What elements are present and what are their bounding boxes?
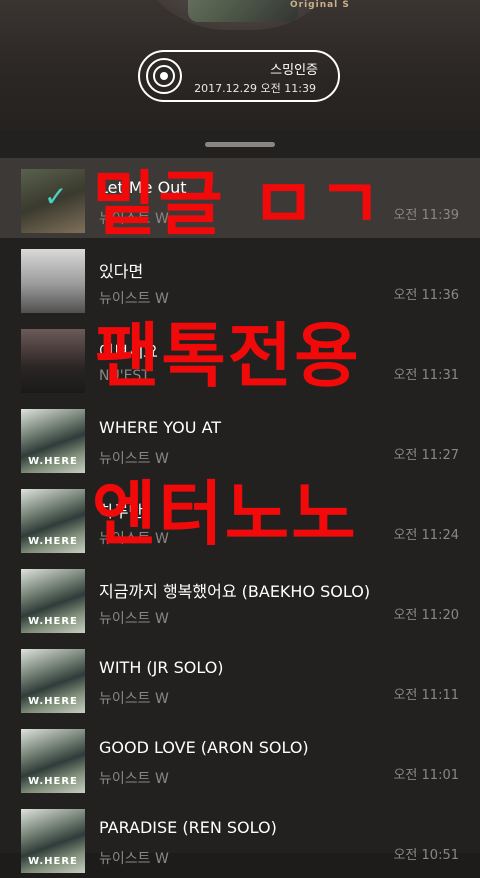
album-thumbnail: W.HERE (21, 569, 85, 633)
now-playing-header: Original S 스밍인증 2017.12.29 오전 11:39 (0, 0, 480, 130)
song-title: GOOD LOVE (ARON SOLO) (99, 738, 309, 757)
song-row[interactable]: W.HERE WITH (JR SOLO) 뉴이스트 W 오전 11:11 (0, 638, 480, 718)
song-title: 있다면 (99, 262, 144, 281)
badge-title: 스밍인증 (270, 63, 318, 78)
song-time: 오전 11:36 (393, 288, 459, 303)
overlay-text-line-3: 엔터노노 (92, 473, 358, 555)
album-thumbnail (21, 329, 85, 393)
song-artist: 뉴이스트 W (99, 611, 169, 627)
album-caption: Original S (290, 0, 350, 10)
song-row[interactable]: W.HERE 지금까지 행복했어요 (BAEKHO SOLO) 뉴이스트 W 오… (0, 558, 480, 638)
album-thumbnail: W.HERE (21, 809, 85, 873)
album-art-text: W.HERE (28, 616, 78, 627)
song-artist: 뉴이스트 W (99, 771, 169, 787)
album-thumbnail: W.HERE (21, 409, 85, 473)
song-time: 오전 10:51 (393, 848, 459, 863)
song-artist: 뉴이스트 W (99, 691, 169, 707)
song-time: 오전 11:24 (393, 528, 459, 543)
album-art (188, 0, 298, 22)
song-time: 오전 11:27 (393, 448, 459, 463)
album-art-text: W.HERE (28, 696, 78, 707)
song-title: WITH (JR SOLO) (99, 658, 224, 677)
disc-icon (146, 58, 182, 94)
song-row[interactable]: W.HERE GOOD LOVE (ARON SOLO) 뉴이스트 W 오전 1… (0, 718, 480, 798)
song-time: 오전 11:39 (393, 208, 459, 223)
song-title: 지금까지 행복했어요 (BAEKHO SOLO) (99, 582, 371, 601)
song-time: 오전 11:20 (393, 608, 459, 623)
song-time: 오전 11:01 (393, 768, 459, 783)
album-art-text: W.HERE (28, 776, 78, 787)
streaming-proof-badge[interactable]: 스밍인증 2017.12.29 오전 11:39 (138, 50, 340, 102)
song-row[interactable]: W.HERE PARADISE (REN SOLO) 뉴이스트 W 오전 10:… (0, 798, 480, 878)
badge-datetime: 2017.12.29 오전 11:39 (194, 82, 316, 95)
drag-handle[interactable] (205, 142, 275, 147)
album-art-text: W.HERE (28, 456, 78, 467)
album-thumbnail: W.HERE (21, 489, 85, 553)
album-thumbnail (21, 249, 85, 313)
song-title: WHERE YOU AT (99, 418, 222, 437)
album-thumbnail: W.HERE (21, 729, 85, 793)
overlay-text-line-1: 밑글 ㅁㄱ (92, 163, 384, 245)
song-time: 오전 11:11 (393, 688, 459, 703)
album-art-text: W.HERE (28, 536, 78, 547)
song-title: PARADISE (REN SOLO) (99, 818, 277, 837)
overlay-text-line-2: 팬톡전용 (95, 315, 361, 397)
song-artist: 뉴이스트 W (99, 851, 169, 867)
check-icon: ✓ (44, 180, 68, 213)
album-art-text: W.HERE (28, 856, 78, 867)
song-time: 오전 11:31 (393, 368, 459, 383)
album-thumbnail: W.HERE (21, 649, 85, 713)
